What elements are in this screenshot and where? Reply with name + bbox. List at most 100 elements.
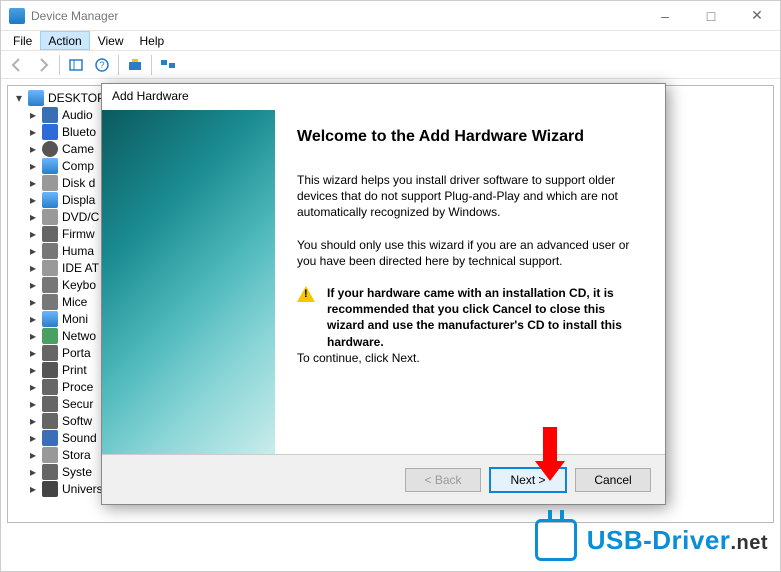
tree-item-label: Huma <box>62 244 94 258</box>
chevron-right-icon[interactable]: ▸ <box>28 397 38 411</box>
watermark: USB-Driver.net <box>535 519 768 561</box>
disk-icon <box>42 209 58 225</box>
menu-view[interactable]: View <box>90 31 132 50</box>
scan-hardware-button[interactable] <box>123 54 147 76</box>
menu-help[interactable]: Help <box>132 31 173 50</box>
dialog-paragraph-1: This wizard helps you install driver sof… <box>297 172 643 221</box>
mon-icon <box>42 158 58 174</box>
warning-icon <box>297 285 315 303</box>
device-manager-icon <box>9 8 25 24</box>
bt-icon <box>42 124 58 140</box>
usb-plug-icon <box>535 519 577 561</box>
chevron-right-icon[interactable]: ▸ <box>28 380 38 394</box>
disk-icon <box>42 447 58 463</box>
tree-item-label: Proce <box>62 380 93 394</box>
maximize-button[interactable]: □ <box>688 1 734 31</box>
tree-item-label: Displa <box>62 193 95 207</box>
dialog-content: Welcome to the Add Hardware Wizard This … <box>275 110 665 454</box>
chevron-right-icon[interactable]: ▸ <box>28 193 38 207</box>
menu-file[interactable]: File <box>5 31 40 50</box>
show-hide-tree-button[interactable] <box>64 54 88 76</box>
chevron-right-icon[interactable]: ▸ <box>28 125 38 139</box>
tree-item-label: Keybo <box>62 278 96 292</box>
chevron-right-icon[interactable]: ▸ <box>28 448 38 462</box>
dialog-button-bar: < Back Next > Cancel <box>102 454 665 504</box>
disk-icon <box>42 260 58 276</box>
disk-icon <box>42 175 58 191</box>
chevron-right-icon[interactable]: ▸ <box>28 108 38 122</box>
chevron-right-icon[interactable]: ▸ <box>28 261 38 275</box>
chevron-right-icon[interactable]: ▸ <box>28 431 38 445</box>
tree-item-label: Syste <box>62 465 92 479</box>
chevron-right-icon[interactable]: ▸ <box>28 414 38 428</box>
tree-root-label: DESKTOP <box>48 91 105 105</box>
tree-item-label: Print <box>62 363 87 377</box>
tree-item-label: DVD/C <box>62 210 99 224</box>
tree-item-label: Audio <box>62 108 93 122</box>
chevron-right-icon[interactable]: ▸ <box>28 176 38 190</box>
tree-item-label: Porta <box>62 346 91 360</box>
back-button <box>5 54 29 76</box>
chevron-right-icon[interactable]: ▸ <box>28 465 38 479</box>
mon-icon <box>42 192 58 208</box>
tree-item-label: IDE AT <box>62 261 99 275</box>
chevron-right-icon[interactable]: ▸ <box>28 142 38 156</box>
toolbar-separator <box>59 55 60 75</box>
chevron-right-icon[interactable]: ▸ <box>28 329 38 343</box>
audio-icon <box>42 107 58 123</box>
window-title: Device Manager <box>31 9 642 23</box>
computers-button[interactable] <box>156 54 180 76</box>
tutorial-arrow <box>535 427 565 481</box>
chevron-right-icon[interactable]: ▸ <box>28 159 38 173</box>
titlebar: Device Manager – □ ✕ <box>1 1 780 31</box>
tree-item-label: Softw <box>62 414 92 428</box>
tree-item-label: Stora <box>62 448 91 462</box>
chevron-right-icon[interactable]: ▸ <box>28 278 38 292</box>
sys-icon <box>42 345 58 361</box>
audio-icon <box>42 430 58 446</box>
dialog-body: Welcome to the Add Hardware Wizard This … <box>102 110 665 454</box>
chevron-right-icon[interactable]: ▸ <box>28 482 38 496</box>
dialog-warning-row: If your hardware came with an installati… <box>297 285 643 350</box>
sys-icon <box>42 226 58 242</box>
usb-icon <box>42 481 58 497</box>
chevron-down-icon[interactable]: ▾ <box>14 91 24 105</box>
kb-icon <box>42 294 58 310</box>
tree-item-label: Comp <box>62 159 94 173</box>
minimize-button[interactable]: – <box>642 1 688 31</box>
dialog-sidebar-graphic <box>102 110 275 454</box>
dialog-paragraph-2: You should only use this wizard if you a… <box>297 237 643 269</box>
tree-item-label: Disk d <box>62 176 95 190</box>
computer-icon <box>28 90 44 106</box>
chevron-right-icon[interactable]: ▸ <box>28 363 38 377</box>
svg-text:?: ? <box>99 60 104 70</box>
tree-item-label: Sound <box>62 431 97 445</box>
help-button[interactable]: ? <box>90 54 114 76</box>
mon-icon <box>42 311 58 327</box>
menu-action[interactable]: Action <box>40 31 89 50</box>
chevron-right-icon[interactable]: ▸ <box>28 210 38 224</box>
tree-item-label: Mice <box>62 295 87 309</box>
sys-icon <box>42 464 58 480</box>
kb-icon <box>42 277 58 293</box>
close-button[interactable]: ✕ <box>734 1 780 31</box>
add-hardware-dialog: Add Hardware Welcome to the Add Hardware… <box>101 83 666 505</box>
cancel-button[interactable]: Cancel <box>575 468 651 492</box>
chevron-right-icon[interactable]: ▸ <box>28 346 38 360</box>
sys-icon <box>42 413 58 429</box>
sys-icon <box>42 396 58 412</box>
tree-item-label: Moni <box>62 312 88 326</box>
kb-icon <box>42 243 58 259</box>
tree-item-label: Netwo <box>62 329 96 343</box>
dialog-heading: Welcome to the Add Hardware Wizard <box>297 128 643 146</box>
chevron-right-icon[interactable]: ▸ <box>28 227 38 241</box>
tree-item-label: Firmw <box>62 227 95 241</box>
cam-icon <box>42 141 58 157</box>
dialog-warning-text: If your hardware came with an installati… <box>327 285 643 350</box>
chevron-right-icon[interactable]: ▸ <box>28 244 38 258</box>
chevron-right-icon[interactable]: ▸ <box>28 312 38 326</box>
watermark-text: USB-Driver.net <box>587 525 768 556</box>
chevron-right-icon[interactable]: ▸ <box>28 295 38 309</box>
toolbar: ? <box>1 51 780 79</box>
toolbar-separator <box>151 55 152 75</box>
